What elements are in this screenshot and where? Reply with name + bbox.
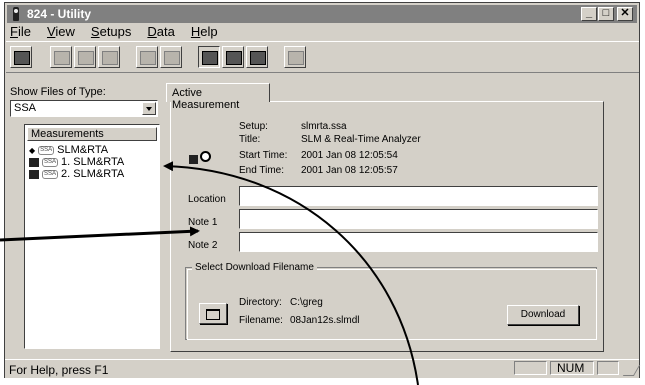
close-button[interactable]: ✕ <box>617 7 633 21</box>
chevron-down-icon[interactable] <box>142 102 156 115</box>
menu-view[interactable]: View <box>45 24 77 42</box>
window-title: 824 - Utility <box>27 7 92 21</box>
menu-setups[interactable]: Setups <box>89 24 133 42</box>
setup-value: slmrta.ssa <box>301 121 347 132</box>
live-measurement-icon: ◆ <box>29 145 36 155</box>
status-bar: For Help, press F1 NUM <box>5 359 641 378</box>
measurements-list[interactable]: Measurements ◆ SSA SLM&RTA SSA 1. SLM&RT… <box>24 124 160 349</box>
end-time-value: 2001 Jan 08 12:05:57 <box>301 165 398 176</box>
list-item[interactable]: ◆ SSA SLM&RTA <box>29 144 108 156</box>
note2-label: Note 2 <box>188 240 218 251</box>
toolbar-button-4[interactable] <box>98 46 120 68</box>
toolbar <box>6 41 639 73</box>
directory-value: C:\greg <box>290 297 323 308</box>
table-view-button[interactable] <box>284 46 306 68</box>
filename-value: 08Jan12s.slmdl <box>290 315 360 326</box>
device-transfer-button[interactable] <box>222 46 244 68</box>
app-icon <box>11 7 21 21</box>
measurement-clock-icon <box>189 151 213 165</box>
toolbar-button-5[interactable] <box>136 46 158 68</box>
note1-field[interactable] <box>239 209 598 229</box>
connect-device-button[interactable] <box>10 46 32 68</box>
filename-label: Filename: <box>239 315 283 326</box>
list-item[interactable]: SSA 2. SLM&RTA <box>29 168 124 180</box>
toolbar-button-3[interactable] <box>74 46 96 68</box>
menu-help[interactable]: Help <box>189 24 220 42</box>
start-time-value: 2001 Jan 08 12:05:54 <box>301 150 398 161</box>
status-panel-empty-2 <box>597 361 619 375</box>
location-label: Location <box>188 194 226 205</box>
title-value: SLM & Real-Time Analyzer <box>301 134 421 145</box>
setup-label: Setup: <box>239 121 268 132</box>
open-folder-icon <box>206 309 220 320</box>
resize-grip-icon[interactable] <box>622 365 641 376</box>
browse-folder-button[interactable] <box>199 303 227 324</box>
minimize-button[interactable]: _ <box>581 7 597 21</box>
location-field[interactable] <box>239 186 598 206</box>
ssa-badge: SSA <box>42 169 59 179</box>
file-type-select[interactable]: SSA <box>10 100 158 117</box>
note2-field[interactable] <box>239 232 598 252</box>
menu-bar: File View Setups Data Help <box>8 24 220 42</box>
menu-file[interactable]: File <box>8 24 33 42</box>
menu-data[interactable]: Data <box>145 24 176 42</box>
note1-label: Note 1 <box>188 217 218 228</box>
show-files-label: Show Files of Type: <box>10 86 106 98</box>
stored-measurement-icon <box>29 169 39 179</box>
list-item-label: 1. SLM&RTA <box>61 156 125 168</box>
tab-active-measurement[interactable]: Active Measurement <box>166 83 270 111</box>
title-label: Title: <box>239 134 261 145</box>
status-panel-empty <box>514 361 547 375</box>
list-item[interactable]: SSA 1. SLM&RTA <box>29 156 124 168</box>
status-help-text: For Help, press F1 <box>9 363 109 377</box>
list-item-label: 2. SLM&RTA <box>61 168 125 180</box>
title-bar: 824 - Utility _ □ ✕ <box>7 5 637 23</box>
file-type-value: SSA <box>14 102 37 114</box>
measurements-header[interactable]: Measurements <box>27 127 157 141</box>
num-indicator: NUM <box>550 361 594 375</box>
download-button[interactable]: Download <box>507 305 579 325</box>
list-item-label: SLM&RTA <box>57 144 109 156</box>
stored-measurement-icon <box>29 157 39 167</box>
setup-button[interactable] <box>198 46 220 68</box>
ssa-badge: SSA <box>42 157 59 167</box>
download-group-label: Select Download Filename <box>192 262 317 273</box>
end-time-label: End Time: <box>239 165 285 176</box>
ssa-badge: SSA <box>38 145 55 155</box>
toolbar-button-6[interactable] <box>160 46 182 68</box>
directory-label: Directory: <box>239 297 282 308</box>
toolbar-button-2[interactable] <box>50 46 72 68</box>
start-time-label: Start Time: <box>239 150 288 161</box>
maximize-button[interactable]: □ <box>598 7 614 21</box>
lock-button[interactable] <box>246 46 268 68</box>
